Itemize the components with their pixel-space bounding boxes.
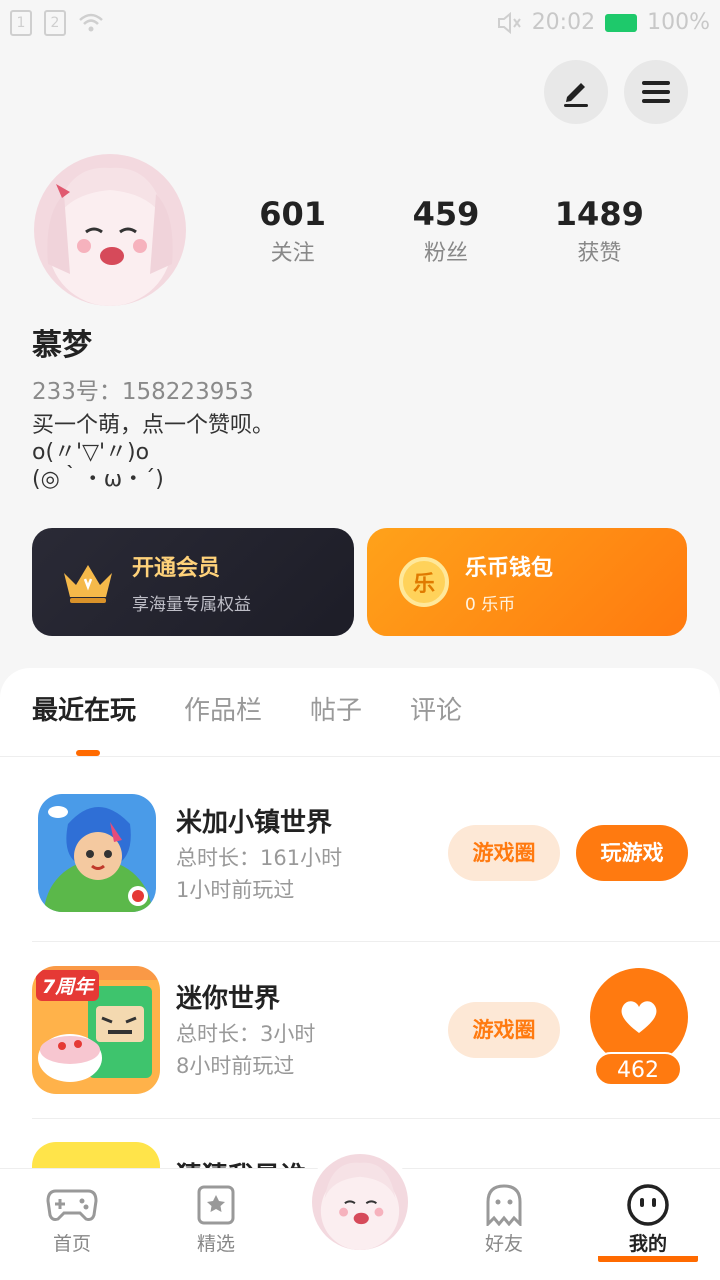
- profile-tabs: 最近在玩 作品栏 帖子 评论: [32, 690, 462, 727]
- stat-number: 1489: [554, 195, 644, 233]
- divider: [32, 941, 720, 942]
- nav-label: 首页: [52, 1233, 91, 1255]
- tab-comments[interactable]: 评论: [410, 690, 462, 727]
- coin-wallet-card[interactable]: 乐 乐币钱包 0 乐币: [367, 528, 687, 636]
- game-last-played: 8小时前玩过: [176, 1054, 295, 1078]
- clock: 20:02: [531, 10, 596, 35]
- game-icon-miga: [38, 794, 156, 912]
- nickname: 慕梦: [32, 328, 92, 363]
- ghost-icon: [486, 1184, 522, 1226]
- vip-title: 开通会员: [132, 555, 221, 581]
- nav-label: 我的: [598, 1229, 698, 1262]
- tab-posts[interactable]: 帖子: [310, 690, 362, 727]
- divider: [32, 1118, 720, 1119]
- game-name: 米加小镇世界: [176, 808, 333, 838]
- avatar[interactable]: [34, 154, 186, 306]
- like-count: 462: [594, 1052, 682, 1086]
- divider: [0, 756, 720, 757]
- profile-stats: 601 关注 459 粉丝 1489 获赞: [216, 195, 676, 267]
- stat-label: 粉丝: [423, 241, 468, 266]
- game-duration: 总时长：161小时: [176, 846, 343, 870]
- nav-label: 好友: [484, 1233, 523, 1255]
- heart-icon: [621, 1001, 657, 1033]
- coin-balance: 0 乐币: [465, 594, 516, 615]
- vip-subtitle: 享海量专属权益: [132, 594, 251, 615]
- coin-icon-text: 乐: [412, 572, 435, 597]
- sim1-icon: 1: [10, 10, 32, 36]
- edit-profile-button[interactable]: [544, 60, 608, 124]
- nav-home[interactable]: 首页: [22, 1185, 122, 1256]
- nav-label: 精选: [196, 1233, 235, 1255]
- nav-center-avatar[interactable]: [306, 1148, 414, 1256]
- avatar-image: [34, 154, 186, 306]
- anniversary-badge: 7周年: [36, 970, 100, 1001]
- gamepad-icon: [46, 1189, 98, 1221]
- smiley-icon: [627, 1184, 669, 1226]
- edit-icon: [564, 83, 588, 107]
- coin-icon: 乐: [399, 557, 449, 607]
- stat-number: 459: [412, 195, 480, 233]
- game-name: 迷你世界: [176, 984, 281, 1014]
- game-circle-button[interactable]: 游戏圈: [448, 1002, 560, 1058]
- battery-icon: [605, 13, 638, 32]
- bookmark-star-icon: [197, 1185, 235, 1225]
- crown-icon: [64, 565, 112, 603]
- bio: 买一个萌，点一个赞呗。 o(〃'▽'〃)o (◎｀・ω・´): [32, 413, 275, 492]
- stat-label: 获赞: [577, 241, 622, 266]
- stat-likes[interactable]: 1489 获赞: [523, 195, 676, 267]
- nav-me[interactable]: 我的: [598, 1184, 698, 1262]
- game-icon-guess: [32, 1142, 160, 1168]
- game-icon-mini-world: 7周年: [32, 966, 160, 1094]
- wifi-icon: [79, 13, 103, 32]
- menu-button[interactable]: [624, 60, 688, 124]
- play-game-button[interactable]: 玩游戏: [576, 825, 688, 881]
- stat-label: 关注: [270, 241, 315, 266]
- game-name: 猜猜我是谁: [176, 1156, 306, 1168]
- tab-works[interactable]: 作品栏: [184, 690, 262, 727]
- game-circle-button[interactable]: 游戏圈: [448, 825, 560, 881]
- vip-card[interactable]: 开通会员 享海量专属权益: [32, 528, 354, 636]
- stat-number: 601: [259, 195, 327, 233]
- coin-title: 乐币钱包: [465, 555, 554, 581]
- status-bar: 1 2 20:02 100%: [0, 0, 720, 48]
- menu-icon: [642, 81, 670, 103]
- nav-friends[interactable]: 好友: [454, 1184, 554, 1256]
- battery-level: 100%: [647, 10, 710, 35]
- user-id: 233号：158223953: [32, 379, 254, 405]
- list-item[interactable]: 米加小镇世界 总时长：161小时 1小时前玩过 游戏圈 玩游戏: [0, 780, 720, 956]
- game-duration: 总时长：3小时: [176, 1022, 316, 1046]
- nav-featured[interactable]: 精选: [166, 1185, 266, 1256]
- stat-following[interactable]: 601 关注: [216, 195, 369, 267]
- stat-followers[interactable]: 459 粉丝: [369, 195, 522, 267]
- avatar-image: [312, 1154, 408, 1250]
- game-last-played: 1小时前玩过: [176, 878, 295, 902]
- sim2-icon: 2: [44, 10, 66, 36]
- tab-recently-played[interactable]: 最近在玩: [32, 690, 136, 727]
- mute-icon: [497, 11, 521, 34]
